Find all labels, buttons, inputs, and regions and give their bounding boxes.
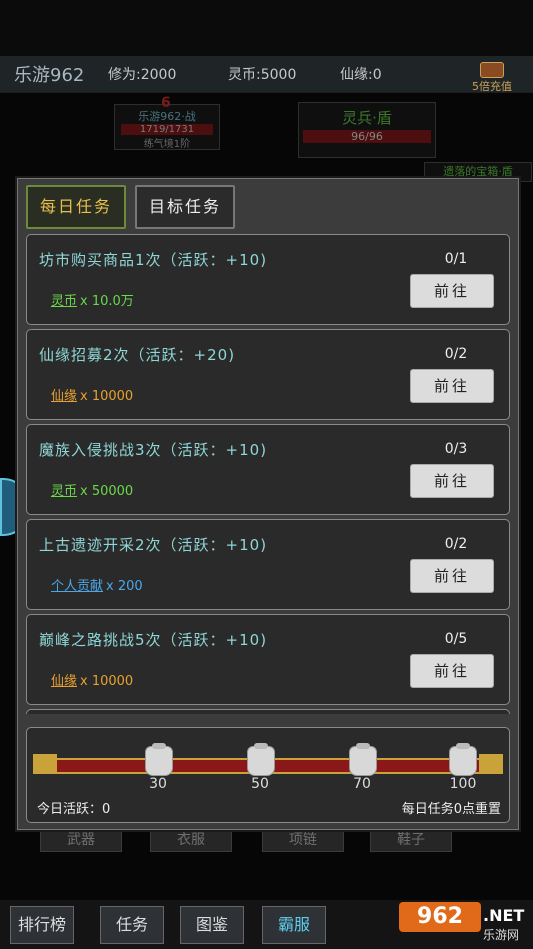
task-item: 坊市购买商品1次（活跃：+10) 灵币 x 10.0万 0/1 前往 [26, 234, 510, 325]
reward-bag-icon[interactable] [349, 743, 377, 776]
task-title: 上古遗迹开采2次（活跃：+10) [39, 536, 268, 554]
reward-amount: x 10000 [80, 389, 134, 404]
reward-name[interactable]: 灵币 [51, 484, 77, 499]
go-button[interactable]: 前往 [410, 369, 494, 403]
nav-codex[interactable]: 图鉴 [180, 906, 244, 944]
top-status-bar: 乐游962 修为:2000 灵币:5000 仙缘:0 5倍充值 [0, 56, 533, 93]
milestone-label: 50 [251, 776, 269, 792]
bg-tab-clothes: 衣服 [150, 828, 232, 852]
bg-tab-weapon: 武器 [40, 828, 122, 852]
reward-name[interactable]: 仙缘 [51, 674, 77, 689]
task-title: 坊市购买商品1次（活跃：+10) [39, 251, 268, 269]
task-reward: 仙缘 x 10000 [51, 385, 133, 404]
reward-amount: x 50000 [80, 484, 134, 499]
track-left-ornament-icon [33, 754, 57, 774]
cultivation-stat: 修为:2000 [108, 67, 177, 83]
go-button[interactable]: 前往 [410, 654, 494, 688]
task-panel: 每日任务 目标任务 坊市购买商品1次（活跃：+10) 灵币 x 10.0万 0/1… [17, 178, 519, 830]
task-title: 仙缘招募2次（活跃：+20) [39, 346, 236, 364]
go-button[interactable]: 前往 [410, 464, 494, 498]
task-item: 上古遗迹开采2次（活跃：+10) 个人贡献 x 200 0/2 前往 [26, 519, 510, 610]
watermark-suffix: .NET [483, 906, 525, 925]
brand-label: 乐游962 [14, 65, 85, 86]
reset-note: 每日任务0点重置 [401, 802, 501, 817]
task-progress: 0/1 [444, 251, 468, 267]
task-progress: 0/2 [444, 346, 468, 362]
task-progress: 0/3 [444, 441, 468, 457]
recharge-button[interactable]: 5倍充值 [463, 62, 521, 93]
today-activity: 今日活跃：0 [37, 802, 111, 817]
nav-rankings[interactable]: 排行榜 [10, 906, 74, 944]
task-reward: 灵币 x 50000 [51, 480, 133, 499]
task-item: 仙缘招募2次（活跃：+20) 仙缘 x 10000 0/2 前往 [26, 329, 510, 420]
site-watermark: 962 .NET 乐游网 [399, 902, 527, 946]
task-progress: 0/5 [444, 631, 468, 647]
watermark-number: 962 [399, 902, 481, 932]
track-right-ornament-icon [479, 754, 503, 774]
nav-tasks[interactable]: 任务 [100, 906, 164, 944]
task-title: 巅峰之路挑战5次（活跃：+10) [39, 631, 268, 649]
reward-amount: x 200 [106, 579, 143, 594]
reward-bag-icon[interactable] [449, 743, 477, 776]
reward-bag-icon[interactable] [145, 743, 173, 776]
reward-bag-icon[interactable] [247, 743, 275, 776]
bottom-nav: 排行榜 任务 图鉴 霸服 962 .NET 乐游网 [0, 900, 533, 949]
task-item: 巅峰之路挑战5次（活跃：+10) 仙缘 x 10000 0/5 前往 [26, 614, 510, 705]
reward-amount: x 10.0万 [80, 294, 134, 309]
activity-progress-panel: 30 50 70 100 今日活跃：0 每日任务0点重置 [26, 727, 510, 823]
treasure-chest-icon [480, 62, 504, 78]
task-title: 魔族入侵挑战3次（活跃：+10) [39, 441, 268, 459]
task-list[interactable]: 坊市购买商品1次（活跃：+10) 灵币 x 10.0万 0/1 前往 仙缘招募2次… [26, 234, 510, 714]
task-reward: 仙缘 x 10000 [51, 670, 133, 689]
milestone-label: 70 [353, 776, 371, 792]
bg-tab-necklace: 项链 [262, 828, 344, 852]
go-button[interactable]: 前往 [410, 559, 494, 593]
watermark-name: 乐游网 [483, 928, 520, 942]
tab-daily-tasks[interactable]: 每日任务 [26, 185, 127, 229]
task-reward: 灵币 x 10.0万 [51, 290, 134, 309]
reward-name[interactable]: 个人贡献 [51, 579, 103, 594]
xianyuan-stat: 仙缘:0 [340, 67, 382, 83]
bg-tab-shoes: 鞋子 [370, 828, 452, 852]
spirit-coin-stat: 灵币:5000 [228, 67, 297, 83]
milestone-label: 100 [449, 776, 477, 792]
reward-name[interactable]: 仙缘 [51, 389, 77, 404]
task-item: 魔族入侵挑战3次（活跃：+10) 灵币 x 50000 0/3 前往 [26, 424, 510, 515]
reward-amount: x 10000 [80, 674, 134, 689]
task-reward: 个人贡献 x 200 [51, 575, 143, 594]
go-button[interactable]: 前往 [410, 274, 494, 308]
milestone-label: 30 [149, 776, 167, 792]
reward-name[interactable]: 灵币 [51, 294, 77, 309]
tab-goal-tasks[interactable]: 目标任务 [135, 185, 236, 229]
task-item-partial [26, 709, 510, 714]
nav-dominate[interactable]: 霸服 [262, 906, 326, 944]
task-progress: 0/2 [444, 536, 468, 552]
